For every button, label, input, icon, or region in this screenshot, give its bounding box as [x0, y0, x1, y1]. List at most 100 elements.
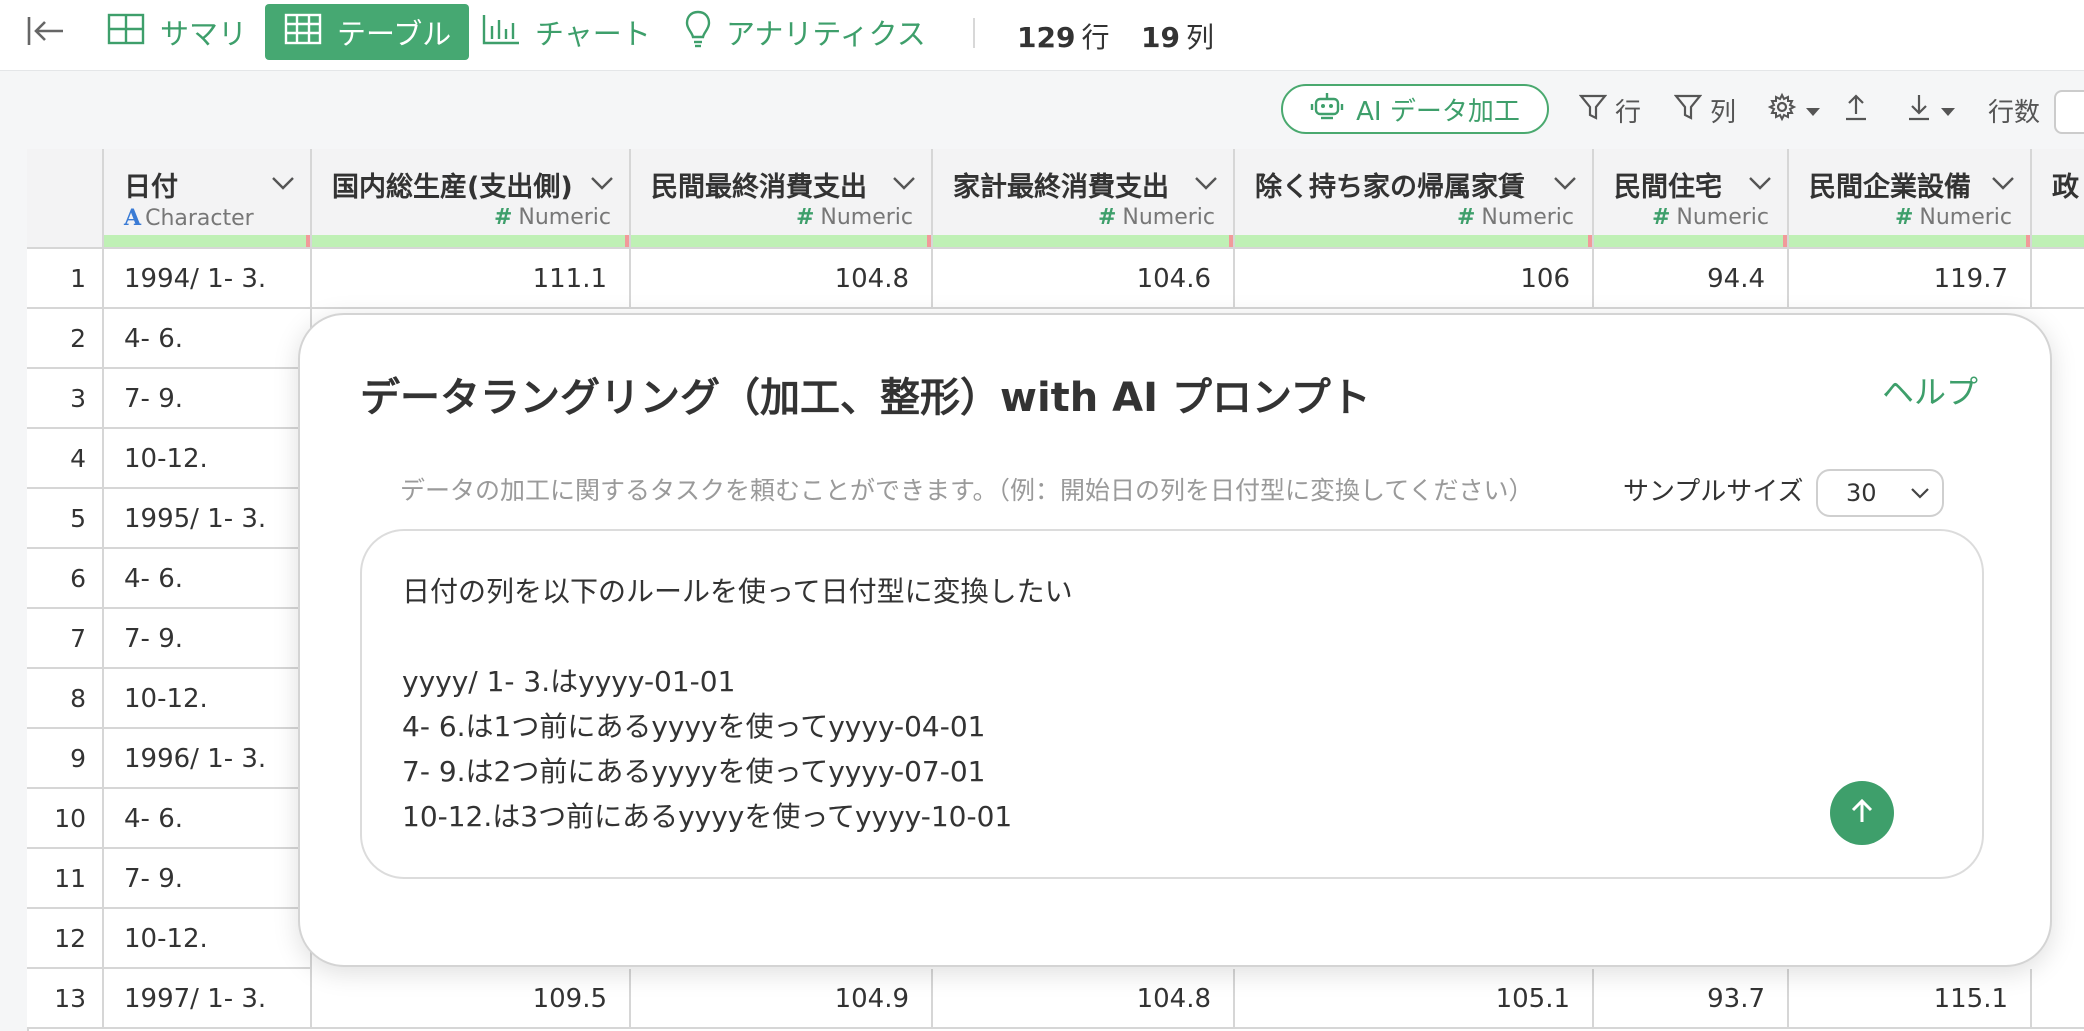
- row-filter-button[interactable]: 行: [1578, 92, 1641, 128]
- column-type: # Numeric: [1652, 205, 1769, 230]
- ai-data-processing-button[interactable]: AI データ加工: [1281, 84, 1549, 134]
- column-header-private-housing[interactable]: 民間住宅 # Numeric: [1594, 149, 1789, 249]
- table-cell[interactable]: 94.4: [1594, 249, 1789, 309]
- table-cell[interactable]: 93.7: [1594, 969, 1789, 1029]
- row-number: 3: [27, 369, 104, 429]
- table-cell[interactable]: 10-12.: [104, 669, 312, 729]
- row-number: 6: [27, 549, 104, 609]
- table-icon: [283, 12, 337, 53]
- table-cell[interactable]: 7- 9.: [104, 369, 312, 429]
- row-number: 9: [27, 729, 104, 789]
- tab-table[interactable]: テーブル: [265, 4, 470, 60]
- column-type: # Numeric: [1895, 205, 2012, 230]
- column-type-label: Numeric: [820, 205, 913, 230]
- column-quality-bar: [312, 235, 629, 247]
- column-header-gdp[interactable]: 国内総生産(支出側) # Numeric: [312, 149, 631, 249]
- arrow-up-icon: [1848, 796, 1876, 830]
- dialog-title: データラングリング（加工、整形）with AI プロンプト: [360, 375, 1371, 421]
- table-cell[interactable]: [2032, 969, 2084, 1029]
- column-header-excl-imputed-rent[interactable]: 除く持ち家の帰属家賃 # Numeric: [1235, 149, 1594, 249]
- tab-table-label: テーブル: [337, 17, 452, 51]
- table-cell[interactable]: 7- 9.: [104, 849, 312, 909]
- collapse-sidebar-icon[interactable]: [26, 14, 66, 52]
- column-quality-bar: [104, 235, 310, 247]
- caret-down-icon: [1805, 95, 1829, 125]
- table-cell[interactable]: 119.7: [1789, 249, 2032, 309]
- filter-icon: [1673, 93, 1710, 128]
- rows-per-page-label: 行数: [1988, 92, 2040, 128]
- robot-icon: [1310, 90, 1356, 129]
- tab-summary-label: サマリ: [160, 17, 248, 51]
- table-cell[interactable]: 104.6: [933, 249, 1235, 309]
- row-number: 10: [27, 789, 104, 849]
- tab-chart[interactable]: チャート: [481, 4, 651, 60]
- col-count: 19 列: [1141, 16, 1214, 56]
- chevron-down-icon[interactable]: [270, 175, 296, 195]
- col-filter-button[interactable]: 列: [1673, 92, 1737, 128]
- column-header-household-consumption[interactable]: 家計最終消費支出 # Numeric: [933, 149, 1235, 249]
- table-cell[interactable]: 10-12.: [104, 909, 312, 969]
- column-title: 民間最終消費支出: [651, 172, 867, 203]
- column-header-government[interactable]: 政: [2032, 149, 2084, 249]
- table-cell[interactable]: 104.8: [631, 249, 933, 309]
- chevron-down-icon[interactable]: [1747, 175, 1773, 195]
- rows-per-page-input[interactable]: [2054, 90, 2084, 134]
- row-number-header: [27, 149, 104, 249]
- column-header-private-consumption[interactable]: 民間最終消費支出 # Numeric: [631, 149, 933, 249]
- table-cell[interactable]: [2032, 249, 2084, 309]
- row-number: 5: [27, 489, 104, 549]
- help-link[interactable]: ヘルプ: [1882, 367, 1978, 413]
- table-cell[interactable]: 109.5: [312, 969, 631, 1029]
- table-cell[interactable]: 1994/ 1- 3.: [104, 249, 312, 309]
- chevron-down-icon: [1911, 488, 1929, 499]
- column-title: 家計最終消費支出: [953, 172, 1169, 203]
- table-cell[interactable]: 105.1: [1235, 969, 1594, 1029]
- table-cell[interactable]: 7- 9.: [104, 609, 312, 669]
- gear-icon: [1767, 92, 1805, 129]
- send-button[interactable]: [1830, 781, 1894, 845]
- chevron-down-icon[interactable]: [1193, 175, 1219, 195]
- numeric-type-icon: #: [1894, 205, 1914, 230]
- table-cell[interactable]: 10-12.: [104, 429, 312, 489]
- chevron-down-icon[interactable]: [1552, 175, 1578, 195]
- column-type-label: Numeric: [1676, 205, 1769, 230]
- row-number: 13: [27, 969, 104, 1029]
- column-type: # Numeric: [796, 205, 913, 230]
- table-cell[interactable]: 104.9: [631, 969, 933, 1029]
- tab-summary[interactable]: サマリ: [106, 4, 247, 60]
- settings-button[interactable]: [1767, 92, 1829, 128]
- table-cell[interactable]: 1995/ 1- 3.: [104, 489, 312, 549]
- top-toolbar: サマリ テーブル チャート アナリティクス 129 行 19 列: [0, 0, 2084, 71]
- filter-icon: [1578, 93, 1615, 128]
- chevron-down-icon[interactable]: [1990, 175, 2016, 195]
- chevron-down-icon[interactable]: [891, 175, 917, 195]
- sample-size-select[interactable]: 30: [1816, 469, 1944, 517]
- col-filter-label: 列: [1710, 97, 1737, 128]
- row-number: 1: [27, 249, 104, 309]
- chevron-down-icon[interactable]: [589, 175, 615, 195]
- prompt-input[interactable]: 日付の列を以下のルールを使って日付型に変換したい yyyy/ 1- 3.はyyy…: [360, 529, 1984, 879]
- download-button[interactable]: [1906, 92, 1964, 128]
- table-cell[interactable]: 1997/ 1- 3.: [104, 969, 312, 1029]
- upload-icon: [1843, 92, 1877, 129]
- table-cell[interactable]: 4- 6.: [104, 789, 312, 849]
- table-cell[interactable]: 111.1: [312, 249, 631, 309]
- caret-down-icon: [1940, 95, 1964, 125]
- table-cell[interactable]: 4- 6.: [104, 309, 312, 369]
- table-cell[interactable]: 106: [1235, 249, 1594, 309]
- table-cell[interactable]: 4- 6.: [104, 549, 312, 609]
- column-title: 政: [2052, 172, 2079, 203]
- table-cell[interactable]: 1996/ 1- 3.: [104, 729, 312, 789]
- sample-size-label: サンプルサイズ: [1623, 477, 1804, 507]
- upload-button[interactable]: [1843, 92, 1877, 128]
- numeric-type-icon: #: [1097, 205, 1117, 230]
- row-count-value: 129: [1017, 21, 1076, 54]
- tab-analytics[interactable]: アナリティクス: [684, 4, 926, 60]
- table-cell[interactable]: 104.8: [933, 969, 1235, 1029]
- ai-button-label: AI データ加工: [1356, 96, 1520, 127]
- column-header-business-investment[interactable]: 民間企業設備 # Numeric: [1789, 149, 2032, 249]
- tab-chart-label: チャート: [535, 17, 651, 51]
- column-header-date[interactable]: 日付 A Character: [104, 149, 312, 249]
- row-count: 129 行: [1017, 16, 1109, 56]
- table-cell[interactable]: 115.1: [1789, 969, 2032, 1029]
